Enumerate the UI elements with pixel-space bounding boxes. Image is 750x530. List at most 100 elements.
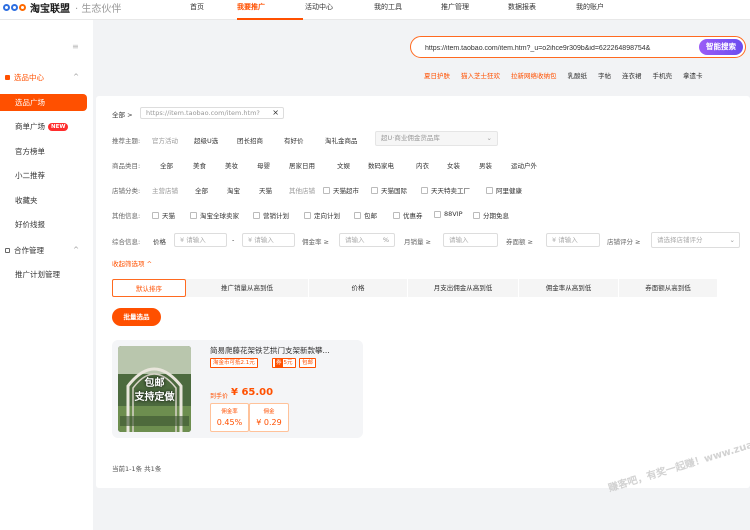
checkbox-label: 定向计划 <box>314 212 340 220</box>
sidebar-group-cooperation[interactable]: 合作管理 ^ <box>0 243 93 257</box>
theme-label: 推荐主题: <box>112 137 141 145</box>
checkbox-icon <box>152 211 159 219</box>
shop-option[interactable]: 天猫 <box>259 185 272 195</box>
sidebar-item-official-list[interactable]: 官方榜单 <box>0 143 87 160</box>
checkbox-ali-health[interactable]: 阿里健康 <box>486 185 522 195</box>
nav-promote[interactable]: 我要推广 <box>237 0 303 20</box>
checkbox-icon <box>323 186 330 194</box>
chevron-up-icon: ^ <box>73 73 79 81</box>
batch-select-button[interactable]: 批量选品 <box>112 308 161 326</box>
checkbox-coupon[interactable]: 优惠券 <box>393 210 423 220</box>
sidebar-item-plan-manage[interactable]: 推广计划管理 <box>0 266 87 283</box>
shop-option[interactable]: 其他店铺 <box>289 185 315 195</box>
sidebar: ≡ 选品中心 ^ 选品广场 商单广场 NEW 官方榜单 小二推荐 收藏夹 好价线报… <box>0 20 93 530</box>
checkbox-free-shipping[interactable]: 包邮 <box>354 210 377 220</box>
category-option[interactable]: 居家日用 <box>289 160 315 170</box>
checkbox-label: 包邮 <box>364 212 377 220</box>
dash: - <box>232 236 235 244</box>
category-option[interactable]: 女装 <box>447 160 460 170</box>
coupon-tag-icon: 券 <box>275 359 283 367</box>
close-icon[interactable]: × <box>272 108 279 118</box>
checkbox-global-seller[interactable]: 淘宝全球卖家 <box>190 210 239 220</box>
sidebar-item-business-square[interactable]: 商单广场 NEW <box>0 118 87 135</box>
coin-tag: 淘金币可抵2.1元 <box>210 358 258 368</box>
nav-account[interactable]: 我的账户 <box>564 0 629 15</box>
shop-option[interactable]: 淘宝 <box>227 185 240 195</box>
quick-link[interactable]: 乳酸纸 <box>568 70 588 80</box>
commission-box: 佣金 ¥ 0.29 <box>249 403 289 432</box>
tab-sales-sort[interactable]: 推广销量从高到低 <box>186 279 309 297</box>
tab-price-sort[interactable]: 价格 <box>309 279 408 297</box>
checkbox-tmall[interactable]: 天猫 <box>152 210 175 220</box>
checkbox-tmall-supermarket[interactable]: 天猫超市 <box>323 185 359 195</box>
sidebar-group-selection[interactable]: 选品中心 ^ <box>0 70 93 84</box>
theme-option[interactable]: 有好价 <box>284 135 304 145</box>
product-title[interactable]: 简易爬藤花架铁艺拱门支架新款攀... <box>210 345 358 356</box>
sidebar-item-favorites[interactable]: 收藏夹 <box>0 192 87 209</box>
theme-option[interactable]: 官方活动 <box>152 135 178 145</box>
quick-link[interactable]: 拿遗卡 <box>683 70 703 80</box>
sidebar-item-selection-square[interactable]: 选品广场 <box>0 94 87 111</box>
quick-link[interactable]: 字帖 <box>598 70 611 80</box>
checkbox-tmall-global[interactable]: 天猫国际 <box>371 185 407 195</box>
checkbox-installment[interactable]: 分期免息 <box>473 210 509 220</box>
price-max-input[interactable]: ¥ 请输入 <box>242 233 295 247</box>
sales-input[interactable]: 请输入 <box>443 233 498 247</box>
breadcrumb-all[interactable]: 全部 > <box>112 109 133 119</box>
category-option[interactable]: 母婴 <box>257 160 270 170</box>
category-option[interactable]: 数码家电 <box>368 160 394 170</box>
nav-activity[interactable]: 活动中心 <box>303 0 368 15</box>
nav-tools[interactable]: 我的工具 <box>368 0 433 15</box>
commission-value: ¥ 0.29 <box>256 418 282 427</box>
checkbox-targeted-plan[interactable]: 定向计划 <box>304 210 340 220</box>
commission-rate-label: 佣金率 <box>221 409 238 415</box>
quick-link[interactable]: 夏日护肤 <box>424 70 450 80</box>
tab-default-sort[interactable]: 默认排序 <box>112 279 186 297</box>
tab-coupon-sort[interactable]: 券面额从高到低 <box>619 279 718 297</box>
search-input[interactable] <box>425 42 691 54</box>
quick-link[interactable]: 手机壳 <box>653 70 673 80</box>
tab-monthly-commission-sort[interactable]: 月支出佣金从高到低 <box>408 279 519 297</box>
category-option[interactable]: 全部 <box>160 160 173 170</box>
tab-commission-rate-sort[interactable]: 佣金率从高到低 <box>519 279 619 297</box>
quick-link[interactable]: 连衣裙 <box>622 70 642 80</box>
pool-select[interactable]: 超U·商业佣金货品库 ⌄ <box>375 131 498 146</box>
category-option[interactable]: 美食 <box>193 160 206 170</box>
category-option[interactable]: 内衣 <box>416 160 429 170</box>
theme-option[interactable]: 团长招商 <box>237 135 263 145</box>
top-bar: 淘宝联盟 · 生态伙伴 首页 我要推广 活动中心 我的工具 推广管理 数据报表 … <box>0 0 750 20</box>
nav-promo-manage[interactable]: 推广管理 <box>433 0 499 15</box>
category-option[interactable]: 美妆 <box>225 160 238 170</box>
category-option[interactable]: 文娱 <box>337 160 350 170</box>
final-price-label: 到手价 <box>210 393 229 400</box>
collapse-filters-link[interactable]: 收起筛选项 ^ <box>112 258 152 268</box>
sidebar-item-deals[interactable]: 好价线报 <box>0 216 87 233</box>
commission-label: 佣金率 ≥ <box>302 238 330 246</box>
shop-option[interactable]: 全部 <box>195 185 208 195</box>
checkbox-label: 淘宝全球卖家 <box>200 212 239 220</box>
checkbox-daily-factory[interactable]: 天天特卖工厂 <box>421 185 470 195</box>
theme-option[interactable]: 超级U选 <box>194 135 218 145</box>
collapse-menu-icon[interactable]: ≡ <box>72 42 79 51</box>
smart-search-button[interactable]: 智能搜索 <box>699 39 743 55</box>
quick-link[interactable]: 拉新网络收纳包 <box>511 70 557 80</box>
coupon-input[interactable]: ¥ 请输入 <box>546 233 600 247</box>
commission-input[interactable]: 请输入% <box>339 233 395 247</box>
checkbox-label: 阿里健康 <box>496 187 522 195</box>
checkbox-88vip[interactable]: 88VIP <box>434 210 463 218</box>
checkbox-icon <box>421 186 428 194</box>
shop-score-select[interactable]: 请选择店铺评分 ⌄ <box>651 232 740 248</box>
checkbox-marketing-plan[interactable]: 营销计划 <box>253 210 289 220</box>
logo[interactable]: 淘宝联盟 · 生态伙伴 <box>3 0 121 15</box>
nav-home[interactable]: 首页 <box>180 0 237 15</box>
shop-score-placeholder: 请选择店铺评分 <box>657 236 703 244</box>
checkbox-icon <box>486 186 493 194</box>
nav-reports[interactable]: 数据报表 <box>499 0 564 15</box>
category-option[interactable]: 男装 <box>479 160 492 170</box>
theme-option[interactable]: 淘礼金商品 <box>325 135 358 145</box>
price-min-input[interactable]: ¥ 请输入 <box>174 233 227 247</box>
sidebar-item-recommend[interactable]: 小二推荐 <box>0 167 87 184</box>
category-option[interactable]: 运动户外 <box>511 160 537 170</box>
product-image[interactable]: 包邮 支持定做 <box>118 346 191 432</box>
quick-link[interactable]: 猫入芝士狂欢 <box>461 70 500 80</box>
